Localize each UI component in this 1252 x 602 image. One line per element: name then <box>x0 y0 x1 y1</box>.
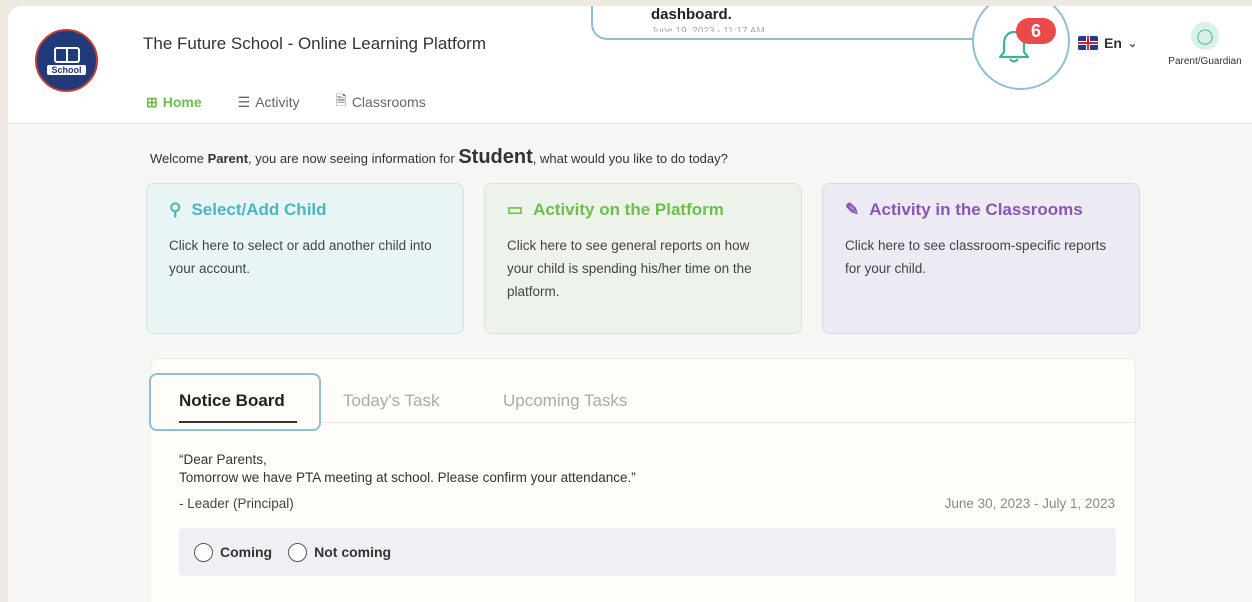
header: School The Future School - Online Learni… <box>8 6 1252 124</box>
notification-message: dashboard. <box>651 6 732 23</box>
notification-count-badge: 6 <box>1016 18 1056 44</box>
radio-circle[interactable] <box>194 542 213 562</box>
user-icon: ◯ <box>1191 22 1219 50</box>
card-description: Click here to select or add another chil… <box>169 238 432 276</box>
nav-label: Classrooms <box>351 94 426 110</box>
language-label: En <box>1104 35 1122 51</box>
card-title: Select/Add Child <box>191 200 327 219</box>
activity-platform-card[interactable]: ▭ Activity on the Platform Click here to … <box>484 183 802 334</box>
chart-icon: ▭ <box>507 200 524 219</box>
radio-label: Coming <box>220 544 273 560</box>
school-logo[interactable]: School <box>35 29 98 92</box>
grid-icon: ⊞ <box>146 93 158 110</box>
radio-not-coming[interactable]: Not coming <box>288 542 392 562</box>
logo-text: School <box>47 64 86 75</box>
pen-icon: ✎ <box>845 200 860 219</box>
radio-circle[interactable] <box>288 542 308 562</box>
document-icon: 🗎 <box>335 92 347 108</box>
main-nav: ⊞ Home ☰ Activity 🗎 Classrooms <box>146 90 426 114</box>
app-title: The Future School - Online Learning Plat… <box>143 34 487 53</box>
tasks-panel: Notice Board Today's Task Upcoming Tasks… <box>149 358 1136 602</box>
uk-flag-icon <box>1078 36 1098 50</box>
radio-coming[interactable]: Coming <box>194 542 273 562</box>
welcome-suffix: , what would you like to do today? <box>532 151 728 166</box>
child-icon: ⚲ <box>169 200 182 219</box>
nav-home[interactable]: ⊞ Home <box>146 90 202 114</box>
chevron-down-icon: ⌄ <box>1127 37 1138 50</box>
welcome-prefix: Welcome <box>150 151 208 166</box>
notification-popup[interactable]: ✿ dashboard. June 19, 2023 - 11:17 AM <box>591 6 1003 40</box>
notice-author: - Leader (Principal) <box>179 496 294 511</box>
app-frame: School The Future School - Online Learni… <box>8 6 1252 602</box>
card-title: Activity on the Platform <box>533 200 724 219</box>
tab-upcoming-tasks[interactable]: Upcoming Tasks <box>503 391 627 411</box>
welcome-student: Student <box>458 146 533 168</box>
tab-notice-board[interactable]: Notice Board <box>179 391 285 411</box>
welcome-user: Parent <box>207 151 249 166</box>
select-add-child-card[interactable]: ⚲ Select/Add Child Click here to select o… <box>146 183 464 334</box>
card-description: Click here to see general reports on how… <box>507 238 752 299</box>
notification-time: June 19, 2023 - 11:17 AM <box>651 26 765 32</box>
notice-line: “Dear Parents, <box>179 452 267 467</box>
panel-tabs: Notice Board Today's Task Upcoming Tasks <box>149 359 1135 431</box>
nav-label: Activity <box>255 94 300 110</box>
nav-activity[interactable]: ☰ Activity <box>238 90 300 114</box>
welcome-message: Welcome Parent, you are now seeing infor… <box>150 146 728 169</box>
nav-classrooms[interactable]: 🗎 Classrooms <box>336 90 426 114</box>
notification-bell-button[interactable]: 6 <box>972 6 1070 90</box>
nav-label: Home <box>162 94 202 110</box>
radio-label: Not coming <box>314 544 392 560</box>
card-title: Activity in the Classrooms <box>869 200 1083 219</box>
rsvp-options: Coming Not coming <box>179 528 1116 576</box>
book-icon <box>53 46 80 63</box>
activity-classrooms-card[interactable]: ✎ Activity in the Classrooms Click here t… <box>822 183 1140 334</box>
card-description: Click here to see classroom-specific rep… <box>845 238 1107 276</box>
user-menu[interactable]: ◯ Parent/Guardian <box>1158 22 1252 67</box>
tab-todays-task[interactable]: Today's Task <box>343 391 439 411</box>
list-icon: ☰ <box>237 93 251 110</box>
user-role: Parent/Guardian <box>1168 56 1242 67</box>
active-tab-underline <box>179 421 297 423</box>
notice-text: “Dear Parents, Tomorrow we have PTA meet… <box>179 451 636 487</box>
notice-line: Tomorrow we have PTA meeting at school. … <box>179 470 636 485</box>
language-selector[interactable]: En ⌄ <box>1078 35 1137 51</box>
notice-dates: June 30, 2023 - July 1, 2023 <box>944 496 1115 511</box>
welcome-middle: , you are now seeing information for <box>248 151 459 166</box>
